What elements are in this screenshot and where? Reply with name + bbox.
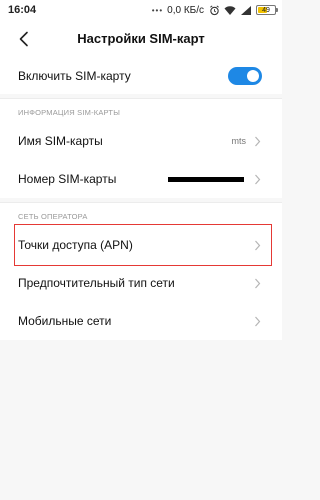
page-title: Настройки SIM-карт: [77, 31, 205, 46]
status-bar: 16:04 ••• 0,0 КБ/с 49: [0, 0, 282, 20]
chevron-right-icon: [254, 315, 262, 327]
enable-sim-label: Включить SIM-карту: [18, 69, 131, 83]
chevron-right-icon: [254, 135, 262, 147]
mobile-networks-label: Мобильные сети: [18, 314, 112, 328]
app-header: Настройки SIM-карт: [0, 20, 282, 58]
redacted-number: [168, 176, 244, 182]
apn-row[interactable]: Точки доступа (APN): [0, 226, 282, 264]
signal-icon: [240, 4, 252, 16]
alarm-icon: [208, 4, 220, 16]
enable-sim-row[interactable]: Включить SIM-карту: [0, 58, 282, 94]
chevron-right-icon: [254, 239, 262, 251]
chevron-right-icon: [254, 173, 262, 185]
section-header-operator: СЕТЬ ОПЕРАТОРА: [0, 202, 282, 226]
battery-icon: 49: [256, 5, 278, 15]
status-time: 16:04: [8, 4, 37, 16]
empty-area: [0, 340, 282, 500]
notification-dots: •••: [151, 5, 164, 15]
network-speed: 0,0 КБ/с: [167, 4, 204, 16]
toggle-knob: [247, 70, 259, 82]
sim-name-row[interactable]: Имя SIM-карты mts: [0, 122, 282, 160]
sim-name-label: Имя SIM-карты: [18, 134, 103, 148]
sim-name-value: mts: [231, 136, 247, 146]
mobile-networks-row[interactable]: Мобильные сети: [0, 302, 282, 340]
preferred-network-row[interactable]: Предпочтительный тип сети: [0, 264, 282, 302]
apn-label: Точки доступа (APN): [18, 238, 133, 252]
chevron-right-icon: [254, 277, 262, 289]
battery-level: 49: [262, 6, 270, 14]
wifi-icon: [224, 4, 236, 16]
sim-number-row[interactable]: Номер SIM-карты: [0, 160, 282, 198]
enable-sim-toggle[interactable]: [228, 67, 262, 85]
status-icons: ••• 0,0 КБ/с 49: [151, 3, 278, 17]
section-header-sim-info: ИНФОРМАЦИЯ SIM-КАРТЫ: [0, 98, 282, 122]
sim-number-label: Номер SIM-карты: [18, 172, 117, 186]
preferred-network-label: Предпочтительный тип сети: [18, 276, 175, 290]
